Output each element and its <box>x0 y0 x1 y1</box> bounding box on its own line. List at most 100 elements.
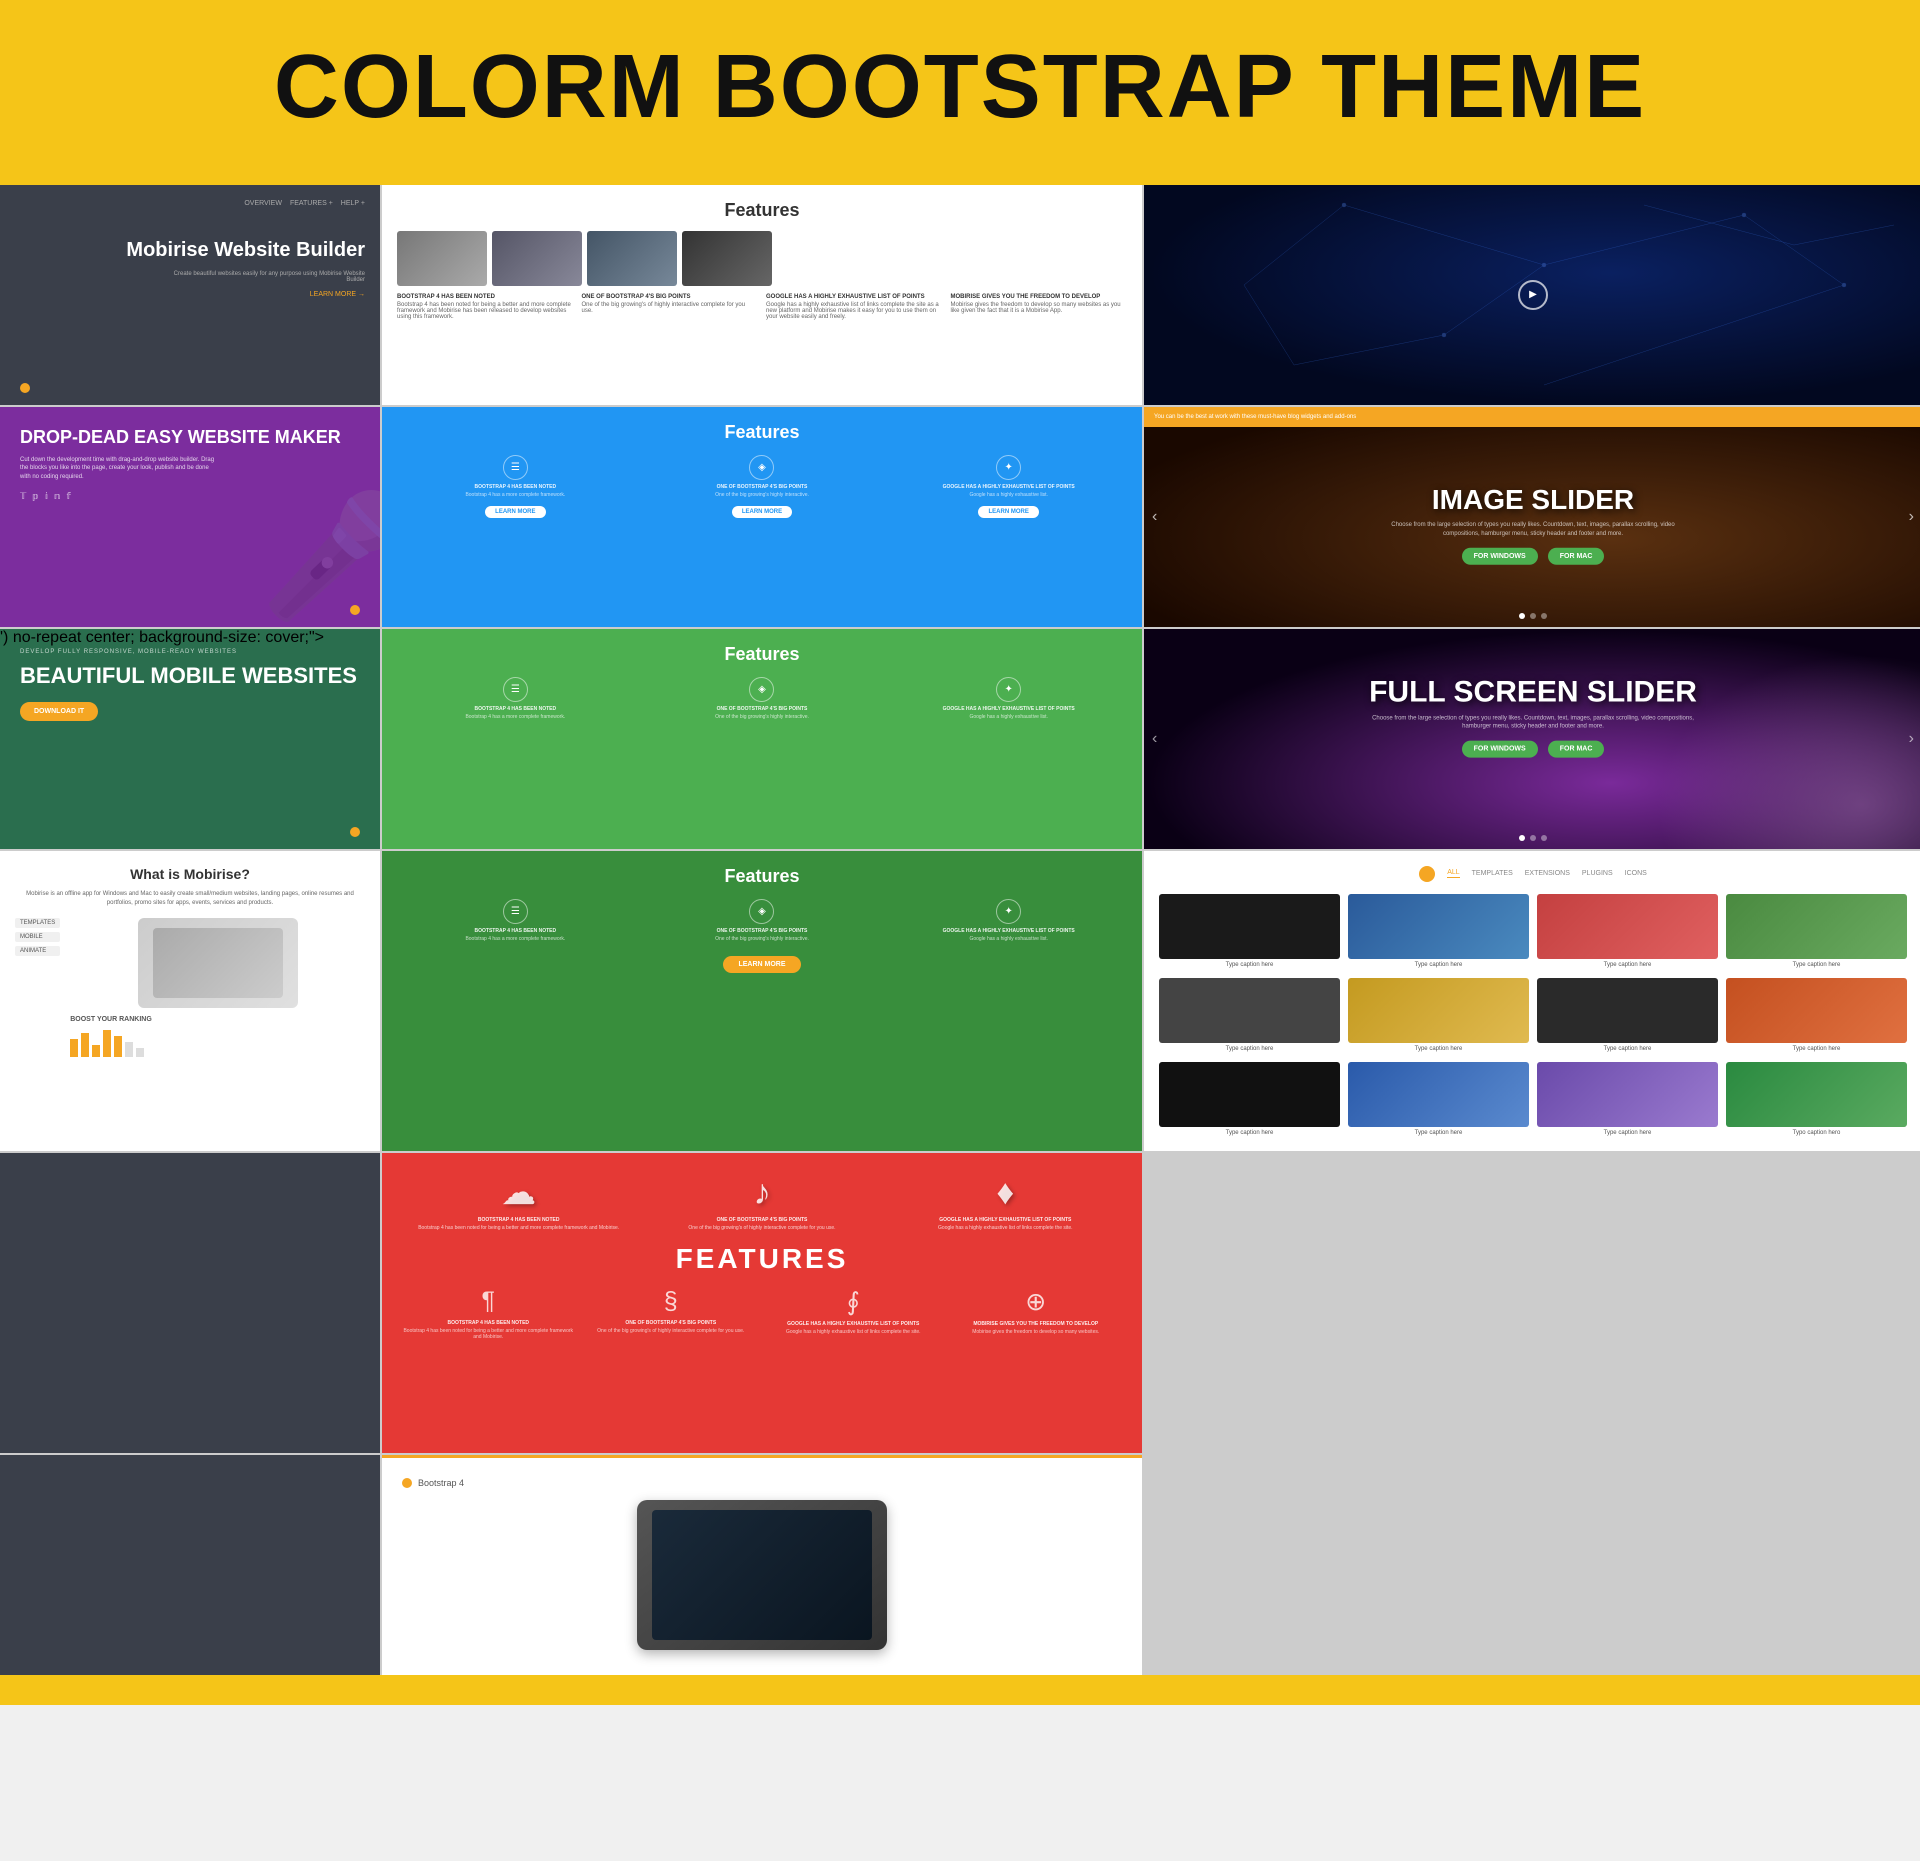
features-blue-title: Features <box>397 422 1127 443</box>
fullscreen-arrow-left[interactable]: ‹ <box>1152 730 1157 748</box>
page-title: COLORM BOOTSTRAP THEME <box>0 40 1920 135</box>
panel-mobirise: OVERVIEW FEATURES + HELP + Mobirise Webs… <box>0 185 380 405</box>
feat-red-bottom-2: § ONE OF BOOTSTRAP 4'S BIG POINTS One of… <box>585 1287 758 1340</box>
feat-img-2 <box>492 231 582 286</box>
bootstrap-indicator: Bootstrap 4 <box>402 1478 464 1488</box>
panel-empty-row6 <box>0 1455 380 1675</box>
fullscreen-btn-windows[interactable]: FOR WINDOWS <box>1462 741 1538 758</box>
social-pinterest[interactable]: 𝕡 <box>32 491 38 502</box>
gallery-thumb-3-2[interactable] <box>1348 1062 1529 1127</box>
gallery-caption-3-2: Type caption here <box>1348 1130 1529 1136</box>
fullscreen-btn-mac[interactable]: FOR MAC <box>1548 741 1605 758</box>
features-white-title: Features <box>397 200 1127 221</box>
feat-red-icon-3: ♦ GOOGLE HAS A HIGHLY EXHAUSTIVE LIST OF… <box>889 1173 1122 1231</box>
gallery-item-1-4: Type caption here <box>1726 894 1907 968</box>
nav-item-overview[interactable]: OVERVIEW <box>244 200 282 207</box>
slider-btn-windows[interactable]: FOR WINDOWS <box>1462 548 1538 565</box>
panel-fullscreen: FULL SCREEN SLIDER Choose from the large… <box>1144 629 1920 849</box>
panel-purple: 🎤 DROP-DEAD EASY WEBSITE MAKER Cut down … <box>0 407 380 627</box>
gallery-thumb-1-2[interactable] <box>1348 894 1529 959</box>
nav-item-help[interactable]: HELP + <box>341 200 365 207</box>
slider-arrow-right[interactable]: › <box>1909 508 1914 526</box>
slider-arrow-left[interactable]: ‹ <box>1152 508 1157 526</box>
slider-dot-1 <box>1530 613 1536 619</box>
slider-dot-active <box>1519 613 1525 619</box>
gallery-thumb-3-4[interactable] <box>1726 1062 1907 1127</box>
gallery-thumb-1-3[interactable] <box>1537 894 1718 959</box>
purple-subtext: Cut down the development time with drag-… <box>20 456 220 481</box>
gallery-caption-2-4: Type caption here <box>1726 1046 1907 1052</box>
panel-gallery: ALL TEMPLATES EXTENSIONS PLUGINS ICONS T… <box>1144 851 1920 1151</box>
mobirise-learn-more[interactable]: LEARN MORE → <box>15 291 365 298</box>
gallery-item-1-2: Type caption here <box>1348 894 1529 968</box>
laptop-preview <box>637 1500 887 1650</box>
feat-green-3: ✦ GOOGLE HAS A HIGHLY EXHAUSTIVE LIST OF… <box>890 677 1127 724</box>
social-instagram[interactable]: 𝕚 <box>45 491 48 502</box>
feat-blue-2: ◈ ONE OF BOOTSTRAP 4'S BIG POINTS One of… <box>644 455 881 518</box>
gallery-nav: ALL TEMPLATES EXTENSIONS PLUGINS ICONS <box>1159 866 1907 882</box>
social-linkedin[interactable]: 𝕟 <box>54 491 61 502</box>
fullscreen-arrow-right[interactable]: › <box>1909 730 1914 748</box>
boost-title: BOOST YOUR RANKING <box>70 1016 365 1023</box>
panel-image-slider: You can be the best at work with these m… <box>1144 407 1920 627</box>
laptop-image <box>138 918 298 1008</box>
panel-bootstrap: Bootstrap 4 <box>382 1455 1142 1675</box>
slider-btn-mac[interactable]: FOR MAC <box>1548 548 1605 565</box>
gallery-nav-all[interactable]: ALL <box>1447 869 1459 878</box>
gallery-row-3: Type caption here Type caption here Type… <box>1159 1062 1907 1136</box>
feat-col-3: GOOGLE HAS A HIGHLY EXHAUSTIVE LIST OF P… <box>766 294 943 320</box>
gallery-thumb-2-2[interactable] <box>1348 978 1529 1043</box>
social-twitter[interactable]: 𝕋 <box>20 491 26 502</box>
panel-empty-row5 <box>0 1153 380 1453</box>
gallery-thumb-1-1[interactable] <box>1159 894 1340 959</box>
panel-features-white: Features BOOTSTRAP 4 HAS BEEN NOTED Boot… <box>382 185 1142 405</box>
fs-dot-2 <box>1541 835 1547 841</box>
gallery-item-2-2: Type caption here <box>1348 978 1529 1052</box>
gallery-nav-icons[interactable]: ICONS <box>1625 870 1647 877</box>
gallery-thumb-2-3[interactable] <box>1537 978 1718 1043</box>
progress-label-2: MOBILE <box>15 932 60 942</box>
nav-item-features[interactable]: FEATURES + <box>290 200 333 207</box>
feat-red-icon-2: ♪ ONE OF BOOTSTRAP 4'S BIG POINTS One of… <box>645 1173 878 1231</box>
gallery-item-2-1: Type caption here <box>1159 978 1340 1052</box>
panel-right-row6 <box>1144 1455 1920 1675</box>
feat-dkgreen-3: ✦ GOOGLE HAS A HIGHLY EXHAUSTIVE LIST OF… <box>890 899 1127 946</box>
feat-dkgreen-1: ☰ BOOTSTRAP 4 HAS BEEN NOTED Bootstrap 4… <box>397 899 634 946</box>
gallery-caption-2-3: Type caption here <box>1537 1046 1718 1052</box>
gallery-item-3-2: Type caption here <box>1348 1062 1529 1136</box>
gallery-item-1-1: Type caption here <box>1159 894 1340 968</box>
gallery-thumb-1-4[interactable] <box>1726 894 1907 959</box>
gallery-thumb-3-1[interactable] <box>1159 1062 1340 1127</box>
learn-more-blue-1[interactable]: LEARN MORE <box>485 506 545 518</box>
slider-content: IMAGE SLIDER Choose from the large selec… <box>1383 484 1683 565</box>
gallery-typo-caption: Typo caption hero <box>1726 1130 1907 1136</box>
gallery-nav-extensions[interactable]: EXTENSIONS <box>1525 870 1570 877</box>
panel-features-dkgreen: Features ☰ BOOTSTRAP 4 HAS BEEN NOTED Bo… <box>382 851 1142 1151</box>
bootstrap-dot <box>402 1478 412 1488</box>
social-facebook[interactable]: 𝕗 <box>67 491 71 502</box>
feat-dkgreen-2: ◈ ONE OF BOOTSTRAP 4'S BIG POINTS One of… <box>644 899 881 946</box>
gallery-thumb-3-3[interactable] <box>1537 1062 1718 1127</box>
gallery-nav-plugins[interactable]: PLUGINS <box>1582 870 1613 877</box>
panel-features-red: ☁ BOOTSTRAP 4 HAS BEEN NOTED Bootstrap 4… <box>382 1153 1142 1453</box>
gallery-caption-2-1: Type caption here <box>1159 1046 1340 1052</box>
gallery-thumb-2-1[interactable] <box>1159 978 1340 1043</box>
panel-mobile: ') no-repeat center; background-size: co… <box>0 629 380 849</box>
slider-top-bar: You can be the best at work with these m… <box>1144 407 1920 427</box>
gallery-thumb-2-4[interactable] <box>1726 978 1907 1043</box>
learn-more-blue-3[interactable]: LEARN MORE <box>978 506 1038 518</box>
gallery-caption-1-1: Type caption here <box>1159 962 1340 968</box>
feat-col-2: ONE OF BOOTSTRAP 4'S BIG POINTS One of t… <box>582 294 759 320</box>
feat-red-icon-1: ☁ BOOTSTRAP 4 HAS BEEN NOTED Bootstrap 4… <box>402 1173 635 1231</box>
mobirise-sub-text: Create beautiful websites easily for any… <box>165 271 365 283</box>
play-button[interactable]: ▶ <box>1518 280 1548 310</box>
gallery-row-2: Type caption here Type caption here Type… <box>1159 978 1907 1052</box>
gallery-nav-templates[interactable]: TEMPLATES <box>1472 870 1513 877</box>
feat-blue-3: ✦ GOOGLE HAS A HIGHLY EXHAUSTIVE LIST OF… <box>890 455 1127 518</box>
feat-col-1: BOOTSTRAP 4 HAS BEEN NOTED Bootstrap 4 h… <box>397 294 574 320</box>
fullscreen-dots <box>1519 835 1547 841</box>
learn-more-blue-2[interactable]: LEARN MORE <box>732 506 792 518</box>
learn-more-dkgreen[interactable]: LEARN MORE <box>723 956 800 973</box>
progress-label-3: ANIMATE <box>15 946 60 956</box>
gallery-item-3-1: Type caption here <box>1159 1062 1340 1136</box>
